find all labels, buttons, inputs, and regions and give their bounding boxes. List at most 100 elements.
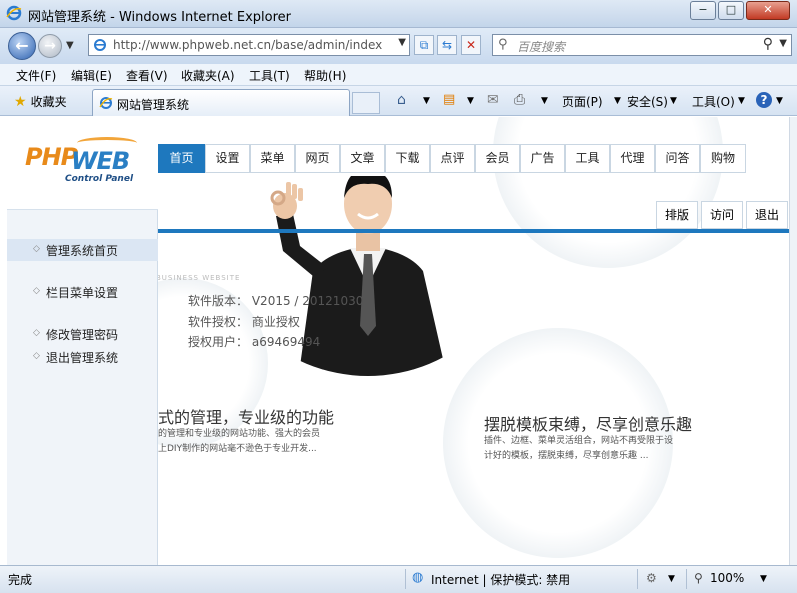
home-dropdown-icon[interactable]: ▼ bbox=[423, 96, 430, 106]
home-icon[interactable]: ⌂ bbox=[397, 92, 406, 108]
protected-mode-icon[interactable]: ⚙ bbox=[646, 571, 657, 585]
feature-left-desc-1: 的管理和专业级的网站功能、强大的会员 bbox=[158, 429, 321, 439]
vertical-scrollbar[interactable] bbox=[789, 117, 797, 565]
back-button[interactable]: ← bbox=[8, 32, 36, 60]
search-go-icon[interactable]: ⚲ bbox=[763, 36, 773, 52]
security-zone[interactable]: Internet | 保护模式: 禁用 bbox=[431, 571, 570, 588]
status-separator bbox=[405, 569, 406, 589]
tab-member[interactable]: 会员 bbox=[475, 144, 520, 173]
search-icon: ⚲ bbox=[498, 37, 508, 52]
tab-menu[interactable]: 菜单 bbox=[250, 144, 295, 173]
history-dropdown-icon[interactable]: ▼ bbox=[66, 40, 74, 51]
top-nav: 首页 设置 菜单 网页 文章 下载 点评 会员 广告 工具 代理 问答 购物 bbox=[158, 144, 789, 173]
search-box[interactable]: ⚲ 百度搜索 ⚲ ▼ bbox=[492, 34, 792, 56]
print-icon[interactable]: ⎙ bbox=[514, 92, 525, 108]
tab-qa[interactable]: 问答 bbox=[655, 144, 700, 173]
search-dropdown-icon[interactable]: ▼ bbox=[779, 38, 787, 49]
banner-watermark: BUSINESS WEBSITE bbox=[156, 274, 241, 282]
favorites-bar: ★ 收藏夹 网站管理系统 ⌂ ▼ ▤ ▼ ✉ ⎙ ▼ 页面(P) ▼ 安全(S) … bbox=[0, 86, 797, 116]
forward-arrow-icon: → bbox=[44, 38, 56, 54]
menu-edit[interactable]: 编辑(E) bbox=[71, 67, 112, 84]
feeds-dropdown-icon[interactable]: ▼ bbox=[467, 96, 474, 106]
feature-left-desc-2: 上DIY制作的网站毫不逊色于专业开发... bbox=[158, 444, 317, 454]
tab-menu-label: 菜单 bbox=[260, 151, 285, 165]
compat-view-button[interactable]: ⧉ bbox=[414, 35, 434, 55]
sidebar-item-home[interactable]: ◇ 管理系统首页 bbox=[7, 239, 158, 261]
feeds-icon[interactable]: ▤ bbox=[443, 92, 455, 107]
version-label: 软件版本： bbox=[188, 294, 249, 308]
tab-settings-label: 设置 bbox=[215, 151, 240, 165]
feature-right-title: 摆脱模板束缚，尽享创意乐趣 bbox=[484, 415, 693, 434]
page-viewport: BUSINESS WEBSITE 软件版本： V2015 / 20121030 … bbox=[7, 117, 789, 565]
close-button[interactable]: ✕ bbox=[746, 1, 790, 20]
bullet-icon: ◇ bbox=[33, 244, 40, 254]
tab-ads[interactable]: 广告 bbox=[520, 144, 565, 173]
help-icon[interactable]: ? bbox=[756, 92, 772, 108]
safety-dropdown-icon[interactable]: ▼ bbox=[670, 96, 677, 106]
menu-tools[interactable]: 工具(T) bbox=[249, 67, 290, 84]
user-row: 授权用户： a69469494 bbox=[188, 333, 320, 350]
tab-webpage[interactable]: 网页 bbox=[295, 144, 340, 173]
sidebar-item-exit[interactable]: ◇ 退出管理系统 bbox=[7, 346, 158, 368]
tab-shop[interactable]: 购物 bbox=[700, 144, 746, 173]
tab-home[interactable]: 首页 bbox=[158, 144, 205, 173]
safety-menu[interactable]: 安全(S) bbox=[627, 93, 668, 110]
nav-divider bbox=[158, 229, 789, 233]
sidebar-item-menu-settings[interactable]: ◇ 栏目菜单设置 bbox=[7, 281, 158, 303]
license-label: 软件授权： bbox=[188, 315, 249, 329]
tab-article[interactable]: 文章 bbox=[340, 144, 385, 173]
zoom-dropdown-icon[interactable]: ▼ bbox=[760, 574, 767, 584]
feature-left-title: 式的管理，专业级的功能 bbox=[158, 408, 335, 427]
businessman-image bbox=[270, 176, 448, 376]
tab-download[interactable]: 下载 bbox=[385, 144, 430, 173]
zoom-icon[interactable]: ⚲ bbox=[694, 571, 703, 585]
forward-button[interactable]: → bbox=[38, 34, 62, 58]
page-dropdown-icon[interactable]: ▼ bbox=[614, 96, 621, 106]
tab-agent[interactable]: 代理 bbox=[610, 144, 655, 173]
new-tab-button[interactable] bbox=[352, 92, 380, 114]
status-separator bbox=[686, 569, 687, 589]
sidebar-item-change-password[interactable]: ◇ 修改管理密码 bbox=[7, 323, 158, 345]
stop-button[interactable]: ✕ bbox=[461, 35, 481, 55]
address-bar[interactable]: http://www.phpweb.net.cn/base/admin/inde… bbox=[88, 34, 410, 56]
print-dropdown-icon[interactable]: ▼ bbox=[541, 96, 548, 106]
address-dropdown-icon[interactable]: ▼ bbox=[398, 37, 406, 48]
tab-settings[interactable]: 设置 bbox=[205, 144, 250, 173]
window-title: 网站管理系统 - Windows Internet Explorer bbox=[28, 10, 291, 25]
menu-favorites[interactable]: 收藏夹(A) bbox=[181, 67, 235, 84]
maximize-button[interactable]: □ bbox=[718, 1, 744, 20]
menu-view[interactable]: 查看(V) bbox=[126, 67, 168, 84]
page-menu[interactable]: 页面(P) bbox=[562, 93, 603, 110]
menu-help[interactable]: 帮助(H) bbox=[304, 67, 346, 84]
tab-qa-label: 问答 bbox=[665, 151, 690, 165]
address-url[interactable]: http://www.phpweb.net.cn/base/admin/inde… bbox=[113, 38, 383, 52]
tab-ads-label: 广告 bbox=[530, 151, 555, 165]
tools-dropdown-icon[interactable]: ▼ bbox=[738, 96, 745, 106]
mail-icon[interactable]: ✉ bbox=[487, 92, 499, 108]
protected-mode-dropdown-icon[interactable]: ▼ bbox=[668, 574, 675, 584]
logo-subtitle: Control Panel bbox=[65, 174, 134, 184]
status-bar: 完成 ◍ Internet | 保护模式: 禁用 ⚙ ▼ ⚲ 100% ▼ bbox=[0, 565, 797, 593]
menu-file[interactable]: 文件(F) bbox=[16, 67, 56, 84]
visit-button[interactable]: 访问 bbox=[701, 201, 743, 229]
back-arrow-icon: ← bbox=[15, 36, 29, 55]
tools-menu[interactable]: 工具(O) bbox=[692, 93, 735, 110]
zoom-level[interactable]: 100% bbox=[710, 571, 744, 585]
sidebar-item-label: 栏目菜单设置 bbox=[46, 286, 119, 300]
refresh-button[interactable]: ⇆ bbox=[437, 35, 457, 55]
banner: BUSINESS WEBSITE 软件版本： V2015 / 20121030 … bbox=[98, 117, 789, 565]
tab-tools[interactable]: 工具 bbox=[565, 144, 610, 173]
left-sidebar: PHP WEB Control Panel ◇ 管理系统首页 ◇ 栏目菜单设置 … bbox=[7, 117, 158, 565]
minimize-button[interactable]: − bbox=[690, 1, 716, 20]
browser-tab[interactable]: 网站管理系统 bbox=[92, 89, 350, 116]
tab-review[interactable]: 点评 bbox=[430, 144, 475, 173]
layout-button[interactable]: 排版 bbox=[656, 201, 698, 229]
logout-button[interactable]: 退出 bbox=[746, 201, 788, 229]
compat-view-icon: ⧉ bbox=[419, 38, 429, 52]
globe-icon: ◍ bbox=[412, 570, 424, 585]
favorites-button[interactable]: ★ 收藏夹 bbox=[14, 93, 67, 110]
title-bar: 网站管理系统 - Windows Internet Explorer − □ ✕ bbox=[0, 0, 797, 28]
status-text: 完成 bbox=[8, 573, 33, 587]
search-placeholder[interactable]: 百度搜索 bbox=[517, 38, 565, 55]
help-dropdown-icon[interactable]: ▼ bbox=[776, 96, 783, 106]
